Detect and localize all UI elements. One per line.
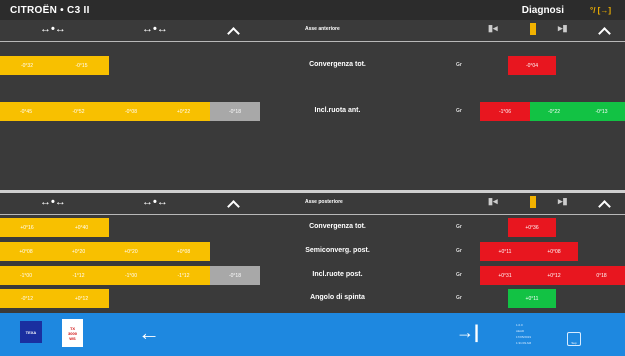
- mode-title: Diagnosi: [521, 4, 565, 16]
- value-cell: -1°00: [105, 266, 157, 285]
- table-row: +0°16 +0°40 Convergenza tot. Gr +0°36: [0, 218, 625, 237]
- value-cell: -0°52: [52, 102, 105, 121]
- row-unit: Gr: [456, 272, 462, 278]
- value-cell: +0°40: [54, 218, 109, 237]
- wheel-right-icon[interactable]: ↔•↔: [142, 196, 168, 208]
- front-axle-panel: ↔•↔ ↔•↔ Asse anteriore ▮◂ ▸▮ -0°32 -0°15…: [0, 20, 625, 190]
- next-step-icon[interactable]: →|: [456, 323, 479, 341]
- table-row: +0°08 +0°20 +0°20 +0°08 Semiconverg. pos…: [0, 242, 625, 261]
- wheel-left-icon[interactable]: ↔•↔: [40, 196, 66, 208]
- row-unit: Gr: [456, 224, 462, 230]
- nominal-cell: -0°18: [210, 266, 260, 285]
- result-cell: +0°12: [530, 266, 578, 285]
- device-badge: TX 3000 WS: [62, 319, 83, 347]
- result-cell: +0°08: [530, 242, 578, 261]
- table-row: -1°00 -1°12 -1°00 -1°12 -0°18 Incl.ruote…: [0, 266, 625, 285]
- wheel-left-icon[interactable]: ↔•↔: [40, 23, 66, 35]
- device-badge-line: WS: [69, 335, 76, 341]
- rear-axle-panel: ↔•↔ ↔•↔ Asse posteriore ▮◂ ▸▮ +0°16 +0°4…: [0, 193, 625, 313]
- value-cell: +0°08: [0, 242, 52, 261]
- value-cell: -1°00: [0, 266, 52, 285]
- row-unit: Gr: [456, 62, 462, 68]
- row-label: Angolo di spinta: [310, 294, 365, 301]
- unit-indicator[interactable]: °/ [→]: [590, 6, 611, 15]
- app-title: CITROËN • C3 II: [10, 4, 90, 16]
- value-cell: +0°20: [52, 242, 105, 261]
- rear-axle-label: Asse posteriore: [305, 199, 343, 205]
- value-cell: -1°12: [52, 266, 105, 285]
- right-limit-icon[interactable]: ▸▮: [558, 196, 567, 207]
- result-cell: +0°36: [508, 218, 556, 237]
- right-limit-icon[interactable]: ▸▮: [558, 23, 567, 34]
- value-cell: +0°22: [157, 102, 210, 121]
- value-cell: +0°16: [0, 218, 54, 237]
- keyboard-icon[interactable]: Sup: [567, 332, 581, 346]
- table-row: -0°12 +0°12 Angolo di spinta Gr +0°11: [0, 289, 625, 308]
- row-label: Incl.ruota ant.: [314, 107, 361, 114]
- status-line: 1:31:09 AM: [516, 341, 532, 345]
- row-unit: Gr: [456, 295, 462, 301]
- value-cell: +0°08: [157, 242, 210, 261]
- footer-toolbar: TEXA TX 3000 WS ← →| 1.0.0 AEAD 17/05/20…: [0, 313, 625, 356]
- value-cell: +0°12: [54, 289, 109, 308]
- row-label: Semiconverg. post.: [305, 247, 370, 254]
- wheel-right-icon[interactable]: ↔•↔: [142, 23, 168, 35]
- left-limit-icon[interactable]: ▮◂: [488, 23, 497, 34]
- selected-indicator-icon: [530, 23, 536, 35]
- result-cell: 0°18: [578, 266, 625, 285]
- chevron-up-icon[interactable]: [598, 200, 611, 213]
- result-cell: -0°13: [578, 102, 625, 121]
- rear-axle-header: ↔•↔ ↔•↔ Asse posteriore ▮◂ ▸▮: [0, 193, 625, 215]
- value-cell: -1°12: [157, 266, 210, 285]
- title-bar: CITROËN • C3 II Diagnosi °/ [→]: [0, 0, 625, 20]
- row-label: Convergenza tot.: [309, 61, 366, 68]
- result-cell: -1°06: [480, 102, 530, 121]
- result-cell: -0°22: [530, 102, 578, 121]
- back-arrow-icon[interactable]: ←: [138, 322, 160, 344]
- result-cell: -0°04: [508, 56, 556, 75]
- row-label: Convergenza tot.: [309, 223, 366, 230]
- value-cell: -0°15: [54, 56, 109, 75]
- keyboard-label: Sup: [571, 341, 577, 345]
- left-limit-icon[interactable]: ▮◂: [488, 196, 497, 207]
- chevron-up-icon[interactable]: [598, 27, 611, 40]
- value-cell: +0°20: [105, 242, 157, 261]
- result-cell: +0°11: [508, 289, 556, 308]
- result-cell: +0°11: [480, 242, 530, 261]
- selected-indicator-icon: [530, 196, 536, 208]
- status-info: 1.0.0 AEAD 17/05/2019 1:31:09 AM: [516, 322, 531, 346]
- row-unit: Gr: [456, 248, 462, 254]
- chevron-up-icon[interactable]: [227, 27, 240, 40]
- value-cell: -0°32: [0, 56, 54, 75]
- row-unit: Gr: [456, 108, 462, 114]
- texa-logo: TEXA: [20, 321, 42, 343]
- front-axle-header: ↔•↔ ↔•↔ Asse anteriore ▮◂ ▸▮: [0, 20, 625, 42]
- chevron-up-icon[interactable]: [227, 200, 240, 213]
- table-row: -0°32 -0°15 Convergenza tot. Gr -0°04: [0, 56, 625, 75]
- result-cell: +0°31: [480, 266, 530, 285]
- value-cell: -0°12: [0, 289, 54, 308]
- table-row: -0°45 -0°52 -0°08 +0°22 -0°18 Incl.ruota…: [0, 102, 625, 121]
- front-axle-label: Asse anteriore: [305, 26, 340, 32]
- value-cell: -0°45: [0, 102, 52, 121]
- value-cell: -0°08: [105, 102, 157, 121]
- row-label: Incl.ruote post.: [312, 271, 363, 278]
- nominal-cell: -0°18: [210, 102, 260, 121]
